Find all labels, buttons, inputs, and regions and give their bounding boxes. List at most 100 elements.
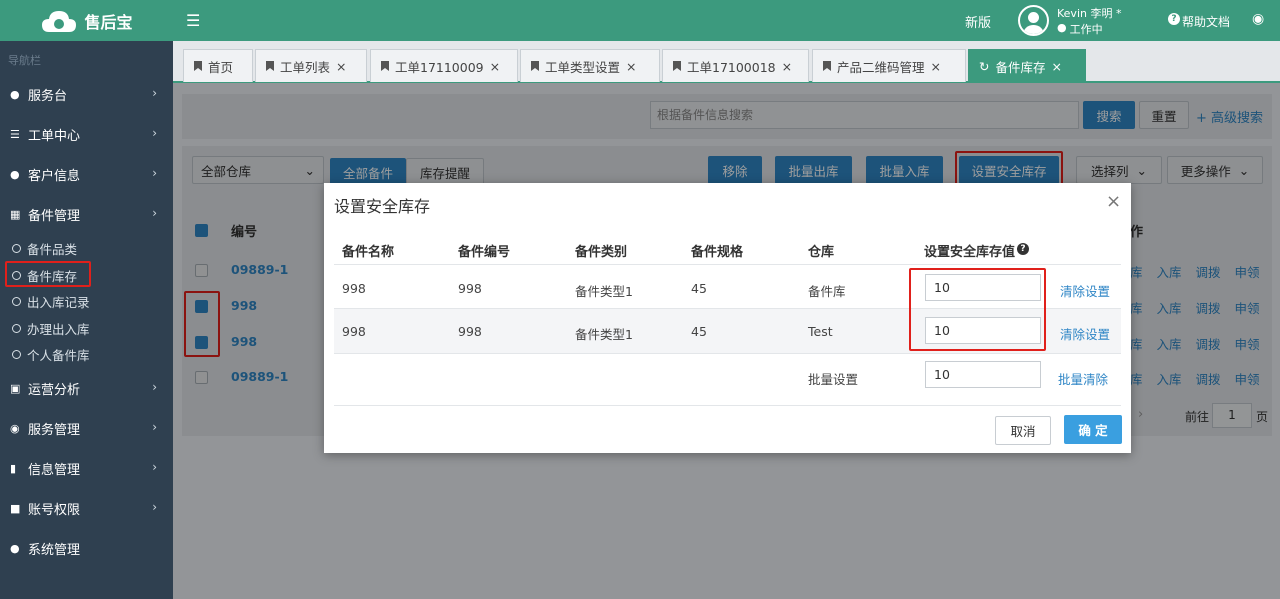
sidebar-subitem-process-inout[interactable]: 办理出入库: [0, 315, 173, 342]
nav-label: 导航栏: [8, 54, 41, 67]
cancel-button[interactable]: 取消: [995, 416, 1051, 445]
sidebar-item-service-desk[interactable]: ● 服务台 ›: [0, 74, 173, 114]
tab-product-qrcode[interactable]: 产品二维码管理 ×: [812, 49, 966, 82]
cloud-logo-icon: [42, 10, 77, 32]
sidebar-item-workorder[interactable]: ☰ 工单中心 ›: [0, 114, 173, 154]
eye-icon[interactable]: ◉: [1252, 11, 1264, 27]
th-safe-value-text: 设置安全库存值: [924, 245, 1016, 260]
lock-icon: ■: [10, 501, 21, 515]
sidebar-subitem-inout-records[interactable]: 出入库记录: [0, 288, 173, 315]
confirm-button[interactable]: 确 定: [1064, 415, 1122, 444]
circle-icon: [12, 297, 21, 306]
workorder-icon: ☰: [10, 127, 20, 141]
th-part-category: 备件类别: [575, 245, 628, 260]
cell-part-category: 备件类型1: [575, 327, 633, 342]
subitem-label: 出入库记录: [27, 295, 90, 310]
brand-name: 售后宝: [84, 12, 133, 32]
sidebar-item-label: 运营分析: [28, 382, 81, 398]
cell-part-code: 998: [458, 324, 482, 339]
highlight-box-inputs: [909, 268, 1046, 351]
th-part-name: 备件名称: [342, 245, 395, 260]
users-icon: ●: [10, 541, 20, 555]
close-icon[interactable]: ×: [1106, 191, 1121, 212]
close-icon[interactable]: ×: [782, 59, 792, 74]
sidebar-item-info-mgmt[interactable]: ▮ 信息管理 ›: [0, 448, 173, 488]
grid-icon: ▦: [10, 207, 21, 221]
chevron-right-icon: ›: [152, 206, 157, 220]
sidebar-subitem-part-category[interactable]: 备件品类: [0, 235, 173, 262]
bookmark-icon: [266, 61, 274, 71]
close-icon[interactable]: ×: [626, 59, 636, 74]
tab-workorder-17110009[interactable]: 工单17110009 ×: [370, 49, 518, 82]
subitem-label: 备件品类: [27, 242, 78, 257]
sidebar-item-label: 备件管理: [28, 208, 81, 224]
cell-part-spec: 45: [691, 324, 707, 339]
th-part-spec: 备件规格: [691, 245, 744, 260]
chevron-right-icon: ›: [152, 86, 157, 100]
cell-warehouse: 备件库: [808, 284, 846, 299]
tab-label: 备件库存: [995, 59, 1046, 75]
bar-chart-icon: ▣: [10, 381, 21, 395]
clear-setting-link[interactable]: 清除设置: [1060, 281, 1110, 300]
tab-label: 工单类型设置: [545, 59, 621, 75]
sidebar-item-customer[interactable]: ● 客户信息 ›: [0, 154, 173, 194]
avatar[interactable]: [1018, 5, 1049, 36]
close-icon[interactable]: ×: [931, 59, 941, 74]
sidebar-item-parts[interactable]: ▦ 备件管理 ›: [0, 194, 173, 234]
batch-set-label: 批量设置: [808, 372, 859, 387]
circle-icon: [12, 324, 21, 333]
divider: [334, 405, 1121, 406]
close-icon[interactable]: ×: [336, 59, 346, 74]
subitem-label: 办理出入库: [27, 322, 90, 337]
cell-warehouse: Test: [808, 324, 833, 339]
highlight-box-sidebar: [5, 261, 91, 287]
th-part-code: 备件编号: [458, 245, 511, 260]
chat-icon: ●: [1057, 21, 1067, 34]
tab-part-stock[interactable]: ↻ 备件库存 ×: [968, 49, 1086, 82]
circle-icon: [12, 350, 21, 359]
safe-stock-modal: 设置安全库存 × 备件名称 备件编号 备件类别 备件规格 仓库 设置安全库存值?…: [324, 183, 1131, 453]
circle-icon: [12, 244, 21, 253]
batch-value-input[interactable]: 10: [925, 361, 1041, 388]
cell-part-category: 备件类型1: [575, 284, 633, 299]
close-icon[interactable]: ×: [1052, 59, 1062, 74]
refresh-icon[interactable]: ↻: [979, 59, 989, 74]
tab-home[interactable]: 首页: [183, 49, 253, 82]
tab-workorder-type[interactable]: 工单类型设置 ×: [520, 49, 660, 82]
service-icon: ◉: [10, 421, 20, 435]
sidebar-item-analytics[interactable]: ▣ 运营分析 ›: [0, 368, 173, 408]
help-docs-link[interactable]: ? 帮助文档: [1168, 13, 1230, 30]
tab-label: 工单17110009: [395, 59, 484, 75]
chevron-right-icon: ›: [152, 460, 157, 474]
tab-workorder-list[interactable]: 工单列表 ×: [255, 49, 367, 82]
sidebar-item-label: 客户信息: [28, 168, 81, 184]
sidebar-item-label: 系统管理: [28, 542, 81, 558]
th-safe-value: 设置安全库存值?: [924, 241, 1030, 260]
tab-label: 首页: [208, 59, 234, 75]
chevron-right-icon: ›: [152, 420, 157, 434]
tab-bar: 首页 工单列表 × 工单17110009 × 工单类型设置 × 工单17100018 ×…: [173, 41, 1280, 83]
cell-part-name: 998: [342, 324, 366, 339]
sidebar-item-service-mgmt[interactable]: ◉ 服务管理 ›: [0, 408, 173, 448]
logo: 售后宝: [0, 0, 173, 41]
sidebar-item-system[interactable]: ● 系统管理: [0, 528, 173, 568]
user-name[interactable]: Kevin 李明 *: [1057, 5, 1121, 21]
chevron-right-icon: ›: [152, 500, 157, 514]
sidebar-subitem-personal-stock[interactable]: 个人备件库: [0, 341, 173, 368]
tab-workorder-17100018[interactable]: 工单17100018 ×: [662, 49, 809, 82]
clear-setting-link[interactable]: 清除设置: [1060, 324, 1110, 343]
question-icon: ?: [1168, 13, 1180, 25]
user-icon: ●: [10, 87, 20, 101]
sidebar-item-label: 服务管理: [28, 422, 81, 438]
chevron-right-icon: ›: [152, 166, 157, 180]
close-icon[interactable]: ×: [490, 59, 500, 74]
top-bar: ☰ 新版 Kevin 李明 * ● 工作中 ? 帮助文档 ◉: [173, 0, 1280, 41]
bookmark-icon: [823, 61, 831, 71]
subitem-label: 个人备件库: [27, 348, 90, 363]
hamburger-icon[interactable]: ☰: [186, 11, 200, 30]
batch-clear-link[interactable]: 批量清除: [1058, 369, 1108, 388]
question-icon[interactable]: ?: [1017, 243, 1030, 255]
new-version-link[interactable]: 新版: [965, 12, 991, 31]
customer-icon: ●: [10, 167, 20, 181]
sidebar-item-account[interactable]: ■ 账号权限 ›: [0, 488, 173, 528]
